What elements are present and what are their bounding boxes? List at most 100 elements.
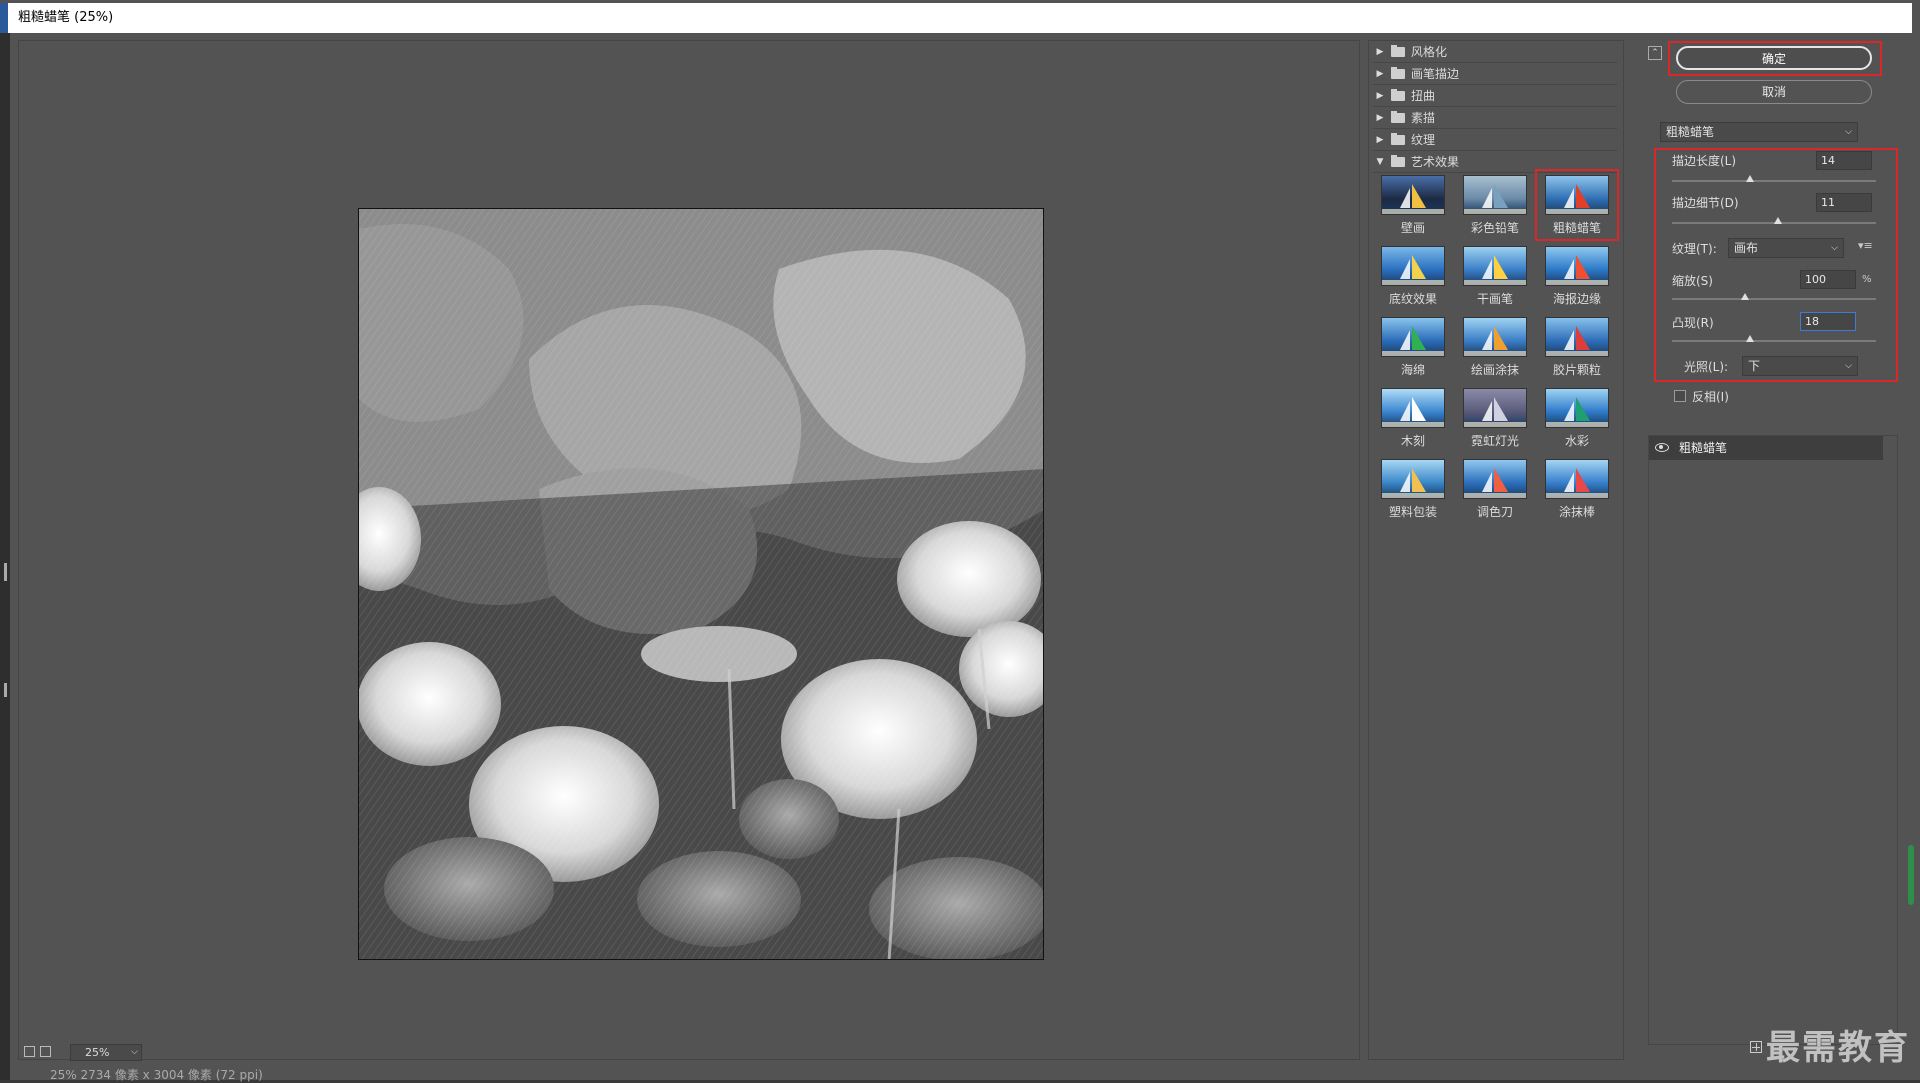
filter-thumb-label: 胶片颗粒 — [1552, 363, 1601, 377]
texture-menu-icon[interactable]: ▾≡ — [1858, 239, 1873, 252]
filter-thumb[interactable]: 调色刀 — [1455, 455, 1535, 523]
filter-thumb-image — [1463, 317, 1527, 357]
folder-icon — [1391, 88, 1405, 101]
folder-label: 画笔描边 — [1411, 67, 1460, 81]
ok-button[interactable]: 确定 — [1676, 46, 1872, 70]
scrollbar-thumb[interactable] — [1908, 845, 1914, 905]
cancel-button[interactable]: 取消 — [1676, 80, 1872, 104]
filter-thumb-label: 涂抹棒 — [1558, 505, 1595, 519]
stroke-length-slider[interactable] — [1672, 175, 1876, 182]
filter-gallery: ▶ 风格化 ▶ 画笔描边 ▶ 扭曲 ▶ 素描 ▶ 纹理 ▼ 艺术效果 壁画 彩色铅… — [1368, 40, 1624, 1060]
filter-thumb[interactable]: 绘画涂抹 — [1455, 313, 1535, 381]
texture-select-value: 画布 — [1734, 241, 1759, 255]
folder-open-icon — [1391, 154, 1405, 167]
new-effect-layer-icon[interactable] — [1750, 1041, 1762, 1053]
zoom-select[interactable]: 25% ⌵ — [70, 1044, 142, 1061]
filter-select[interactable]: 粗糙蜡笔 ⌵ — [1660, 122, 1858, 142]
triangle-right-icon: ▶ — [1376, 90, 1384, 101]
filter-thumb[interactable]: 彩色铅笔 — [1455, 171, 1535, 239]
chevron-down-icon: ⌵ — [1831, 243, 1838, 253]
folder-stylize[interactable]: ▶ 风格化 — [1373, 41, 1617, 63]
filter-thumb-label: 干画笔 — [1476, 292, 1513, 306]
folder-icon — [1391, 66, 1405, 79]
preview-area[interactable] — [18, 40, 1360, 1060]
folder-label: 素描 — [1411, 111, 1436, 125]
light-select-value: 下 — [1748, 359, 1761, 373]
stroke-detail-label: 描边细节(D) — [1672, 196, 1739, 210]
filter-thumb-label: 彩色铅笔 — [1470, 221, 1519, 235]
chevron-down-icon: ⌵ — [1845, 361, 1852, 371]
folder-icon — [1391, 44, 1405, 57]
filter-thumb-label: 绘画涂抹 — [1470, 363, 1519, 377]
stroke-detail-slider[interactable] — [1672, 217, 1876, 224]
filter-thumb[interactable]: 底纹效果 — [1373, 242, 1453, 310]
texture-select[interactable]: 画布 ⌵ — [1728, 238, 1844, 258]
filter-thumb[interactable]: 木刻 — [1373, 384, 1453, 452]
filter-thumb-label: 水彩 — [1564, 434, 1589, 448]
folder-texture[interactable]: ▶ 纹理 — [1373, 129, 1617, 151]
filter-thumb-image — [1545, 459, 1609, 499]
filter-thumb-image — [1545, 175, 1609, 215]
scaling-input[interactable]: 100 — [1800, 270, 1856, 289]
filter-thumb[interactable]: 水彩 — [1537, 384, 1617, 452]
folder-artistic[interactable]: ▼ 艺术效果 — [1373, 151, 1617, 173]
preview-statusbar: 25% ⌵ — [18, 1043, 1360, 1063]
effect-layers-panel: 粗糙蜡笔 — [1648, 435, 1898, 1045]
stroke-length-input[interactable]: 14 — [1816, 151, 1872, 170]
filter-thumb[interactable]: 塑料包装 — [1373, 455, 1453, 523]
light-label: 光照(L): — [1684, 360, 1729, 374]
filter-thumb[interactable]: 干画笔 — [1455, 242, 1535, 310]
filter-thumb-image — [1463, 175, 1527, 215]
filter-thumb-image — [1381, 388, 1445, 428]
relief-slider[interactable] — [1672, 335, 1876, 342]
texture-label: 纹理(T): — [1672, 242, 1717, 256]
relief-label: 凸现(R) — [1672, 316, 1714, 330]
slider-knob[interactable] — [1741, 293, 1750, 300]
filter-thumb[interactable]: 霓虹灯光 — [1455, 384, 1535, 452]
filter-thumb-label: 壁画 — [1400, 221, 1425, 235]
zoom-in-button[interactable] — [40, 1046, 51, 1057]
triangle-right-icon: ▶ — [1376, 46, 1384, 57]
eye-icon[interactable] — [1655, 443, 1669, 452]
folder-brush-strokes[interactable]: ▶ 画笔描边 — [1373, 63, 1617, 85]
folder-label: 艺术效果 — [1411, 155, 1460, 169]
scaling-label: 缩放(S) — [1672, 274, 1713, 288]
stroke-length-label: 描边长度(L) — [1672, 154, 1737, 168]
folder-label: 纹理 — [1411, 133, 1436, 147]
chevron-down-icon: ⌵ — [131, 1047, 138, 1057]
filter-thumb-image — [1545, 388, 1609, 428]
filter-thumb[interactable]: 海绵 — [1373, 313, 1453, 381]
filter-thumb[interactable]: 海报边缘 — [1537, 242, 1617, 310]
light-select[interactable]: 下 ⌵ — [1742, 356, 1858, 376]
stroke-detail-input[interactable]: 11 — [1816, 193, 1872, 212]
triangle-down-icon: ▼ — [1376, 156, 1384, 167]
filter-thumb-image — [1463, 388, 1527, 428]
scaling-slider[interactable] — [1672, 293, 1876, 300]
filter-thumb-image — [1545, 317, 1609, 357]
filter-thumb[interactable]: 粗糙蜡笔 — [1535, 169, 1619, 241]
preview-image[interactable] — [358, 208, 1044, 960]
effect-layer-row[interactable]: 粗糙蜡笔 — [1649, 436, 1883, 460]
slider-knob[interactable] — [1745, 335, 1754, 342]
folder-sketch[interactable]: ▶ 素描 — [1373, 107, 1617, 129]
triangle-right-icon: ▶ — [1376, 68, 1384, 79]
effect-layer-label: 粗糙蜡笔 — [1679, 441, 1728, 455]
filter-thumb-label: 调色刀 — [1476, 505, 1513, 519]
zoom-out-button[interactable] — [24, 1046, 35, 1057]
filter-thumb-label: 木刻 — [1400, 434, 1425, 448]
collapse-toggle-icon[interactable]: ⌃ — [1648, 46, 1662, 60]
folder-distort[interactable]: ▶ 扭曲 — [1373, 85, 1617, 107]
filter-gallery-window: 粗糙蜡笔 (25%) 25% ⌵ 25% 2734 像素 x 3004 像素 (… — [0, 0, 1920, 1082]
filter-select-value: 粗糙蜡笔 — [1666, 125, 1715, 139]
filter-thumb[interactable]: 壁画 — [1373, 171, 1453, 239]
filter-thumb-label: 粗糙蜡笔 — [1552, 221, 1601, 235]
slider-knob[interactable] — [1745, 175, 1754, 182]
folder-icon — [1391, 132, 1405, 145]
slider-knob[interactable] — [1774, 217, 1783, 224]
preview-photo-rough-pastels — [359, 209, 1043, 959]
relief-input[interactable]: 18 — [1800, 312, 1856, 331]
invert-checkbox[interactable] — [1674, 390, 1686, 402]
filter-thumb[interactable]: 涂抹棒 — [1537, 455, 1617, 523]
filter-thumb[interactable]: 胶片颗粒 — [1537, 313, 1617, 381]
filter-thumb-image — [1381, 317, 1445, 357]
